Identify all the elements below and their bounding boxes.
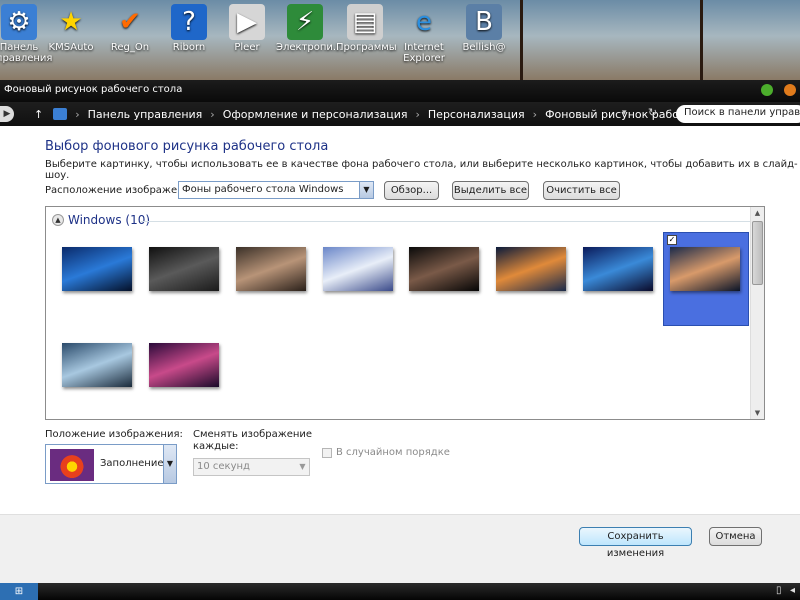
desktop-icon-label: Программы [336, 42, 397, 53]
checkbox-icon[interactable] [322, 447, 332, 458]
help-icon: ? [171, 4, 207, 40]
interval-select[interactable]: 10 секунд ▼ [193, 458, 310, 476]
vertical-scrollbar[interactable]: ▲ ▼ [750, 207, 764, 419]
power-icon: ⚡ [287, 4, 323, 40]
window-title: Фоновый рисунок рабочего стола [4, 84, 183, 95]
wallpaper-thumbnail[interactable] [62, 343, 132, 387]
scrollbar-thumb[interactable] [752, 221, 763, 285]
desktop-icon[interactable]: ⚙Панель управления [0, 4, 53, 64]
group-header[interactable]: ▲ Windows (10) [52, 213, 150, 227]
shuffle-label: В случайном порядке [336, 447, 450, 458]
location-label: Расположение изображения: [45, 185, 200, 196]
programs-icon: ▤ [347, 4, 383, 40]
cancel-button[interactable]: Отмена [709, 527, 762, 546]
footer: Сохранить изменения Отмена [0, 514, 800, 583]
title-bar: Фоновый рисунок рабочего стола [0, 80, 800, 102]
up-arrow-icon[interactable]: ↑ [34, 108, 43, 121]
wallpaper-gallery: ▲ Windows (10) ✓ ▲ ▼ [45, 206, 765, 420]
change-interval-label: Сменять изображение каждые: [193, 429, 313, 452]
desktop-icon-label: KMSAuto [48, 42, 94, 53]
shuffle-checkbox[interactable]: В случайном порядке [322, 447, 450, 458]
desktop-icon[interactable]: ▤ Программы [336, 4, 397, 53]
vk-icon: B [466, 4, 502, 40]
refresh-icon[interactable]: ↻ [648, 106, 657, 119]
scroll-up-icon[interactable]: ▲ [751, 207, 764, 219]
volume-icon[interactable]: ◂ [790, 585, 795, 596]
chevron-down-icon[interactable]: ▼ [296, 459, 309, 475]
location-select[interactable]: Фоны рабочего стола Windows ▼ [178, 181, 374, 199]
media-player-icon: ▶ [229, 4, 265, 40]
wallpaper-thumbnail[interactable] [149, 247, 219, 291]
desktop-icon-label: Bellish@ [462, 42, 506, 53]
position-select[interactable]: Заполнение ▼ [45, 444, 177, 484]
wallpaper-thumbnail[interactable] [496, 247, 566, 291]
interval-value: 10 секунд [197, 461, 250, 472]
page-description: Выберите картинку, чтобы использовать ее… [45, 159, 798, 181]
wallpaper-thumbnail[interactable] [62, 247, 132, 291]
desktop-icon-label: Электропи... [276, 42, 343, 53]
desktop-icon[interactable]: ? Riborn [160, 4, 218, 53]
desktop-mast [700, 0, 703, 80]
select-all-button[interactable]: Выделить все [452, 181, 529, 200]
browse-button[interactable]: Обзор... [384, 181, 439, 200]
chevron-right-icon[interactable]: › [416, 108, 420, 121]
wallpaper-thumbnail[interactable] [409, 247, 479, 291]
collapse-icon[interactable]: ▲ [52, 214, 64, 226]
tray-icon[interactable]: ▯ [776, 585, 782, 596]
flower-preview-icon [50, 449, 94, 481]
checkbox-checked-icon[interactable]: ✓ [667, 235, 677, 245]
internet-explorer-icon: e [416, 6, 432, 37]
search-input[interactable]: Поиск в панели управления [676, 105, 800, 123]
main-content: Выбор фонового рисунка рабочего стола Вы… [0, 126, 800, 514]
desktop-mast [520, 0, 523, 80]
desktop: ⚙Панель управления★KMSAuto✔Reg_On?Riborn… [0, 0, 800, 80]
chevron-right-icon[interactable]: › [533, 108, 537, 121]
breadcrumb-control-panel[interactable]: Панель управления [88, 108, 203, 121]
star-icon: ★ [59, 6, 83, 37]
start-button[interactable]: ⊞ [0, 583, 38, 600]
back-arrow-icon[interactable]: ▶ [0, 106, 14, 122]
minimize-button[interactable] [760, 84, 773, 96]
taskbar: ⊞ ▯ ◂ [0, 583, 800, 600]
chevron-right-icon[interactable]: › [210, 108, 214, 121]
desktop-icon-label: Панель управления [0, 42, 53, 64]
wallpaper-thumbnail[interactable] [323, 247, 393, 291]
dropdown-arrow-icon[interactable]: ▾ [622, 108, 627, 118]
scroll-down-icon[interactable]: ▼ [751, 407, 764, 419]
address-bar: ▶ ↑ › Панель управления › Оформление и п… [0, 102, 800, 126]
wallpaper-thumbnail[interactable] [149, 343, 219, 387]
desktop-icon[interactable]: ▶ Pleer [218, 4, 276, 53]
wallpaper-thumbnail[interactable] [236, 247, 306, 291]
desktop-icon[interactable]: ★ KMSAuto [42, 4, 100, 54]
clear-all-button[interactable]: Очистить все [543, 181, 620, 200]
desktop-icon[interactable]: B Bellish@ [455, 4, 513, 53]
checkmark-icon: ✔ [119, 6, 141, 37]
desktop-icon-label: Riborn [172, 42, 206, 53]
control-panel-icon [53, 108, 68, 120]
chevron-down-icon[interactable]: ▼ [359, 182, 373, 198]
desktop-icon-label: Reg_On [110, 42, 150, 53]
position-label: Положение изображения: [45, 429, 183, 440]
wallpaper-thumbnail[interactable] [583, 247, 653, 291]
wallpaper-thumbnail[interactable] [670, 247, 740, 291]
chevron-right-icon[interactable]: › [75, 108, 79, 121]
control-panel-window: Фоновый рисунок рабочего стола ▶ ↑ › Пан… [0, 80, 800, 583]
desktop-icon-label: Internet Explorer [403, 42, 445, 64]
breadcrumb-personalization[interactable]: Персонализация [428, 108, 525, 121]
group-label: Windows (10) [68, 213, 151, 227]
control-panel-icon: ⚙ [1, 4, 37, 40]
group-divider [141, 221, 751, 222]
desktop-icon[interactable]: ✔ Reg_On [101, 4, 159, 54]
desktop-icon[interactable]: e Internet Explorer [395, 4, 453, 65]
page-title: Выбор фонового рисунка рабочего стола [45, 139, 329, 154]
breadcrumb-appearance[interactable]: Оформление и персонализация [223, 108, 408, 121]
chevron-down-icon[interactable]: ▼ [163, 445, 176, 483]
location-value: Фоны рабочего стола Windows [182, 184, 344, 195]
desktop-icon-label: Pleer [234, 42, 260, 53]
maximize-button[interactable] [784, 84, 796, 96]
save-button[interactable]: Сохранить изменения [579, 527, 692, 559]
desktop-icon[interactable]: ⚡ Электропи... [276, 4, 343, 53]
position-value: Заполнение [100, 458, 164, 469]
